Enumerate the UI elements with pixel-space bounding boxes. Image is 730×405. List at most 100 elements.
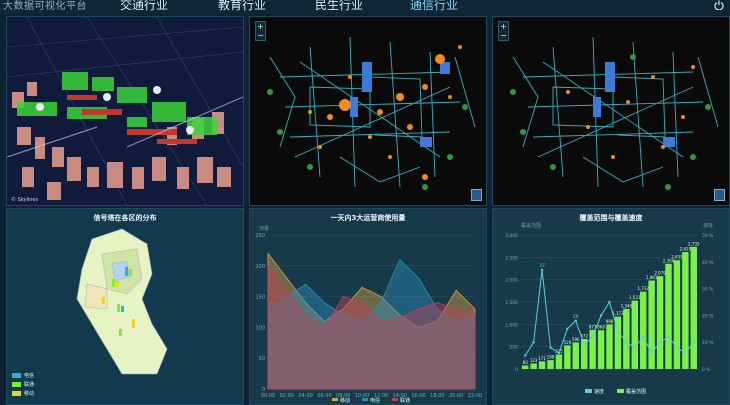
- legend-swatch: [362, 398, 368, 401]
- bar-data-label: 2,735: [688, 241, 700, 246]
- x-tick-label: 22:00: [468, 393, 482, 399]
- speed-point: [675, 346, 679, 349]
- series-area-2: [267, 264, 476, 390]
- y-tick-label-right: 40 %: [702, 260, 714, 266]
- legend-mobile[interactable]: 移动: [24, 390, 34, 397]
- y-tick-label: 200: [255, 264, 265, 270]
- legend-swatch-unicom: [12, 382, 21, 387]
- network-map-2[interactable]: + −: [492, 16, 730, 206]
- speed-point: [574, 319, 577, 322]
- zoom-in-icon[interactable]: +: [256, 22, 265, 31]
- network-map-1[interactable]: + −: [249, 16, 487, 206]
- y-tick-label-left: 3,000: [505, 233, 518, 239]
- speed-point: [616, 330, 620, 333]
- bar: [547, 360, 554, 369]
- speed-point: [625, 341, 628, 344]
- speed-point-label: 29: [573, 314, 579, 320]
- usage-area-chart: 05010015020025000:00 02:00 04:00 06:00 08:00…: [255, 233, 482, 404]
- power-icon[interactable]: [714, 0, 724, 10]
- info-icon[interactable]: [471, 189, 482, 201]
- legend-swatch-telecom: [12, 373, 21, 378]
- bar-data-label: 123: [530, 358, 538, 363]
- bar-data-label: 2,435: [671, 255, 683, 260]
- bar: [538, 361, 546, 369]
- map-attribution: © Skylines: [11, 197, 39, 203]
- y-tick-label-left: 0: [515, 367, 518, 373]
- bar: [572, 342, 579, 369]
- x-tick-label: 20:00: [449, 393, 463, 399]
- road-network-map: [267, 36, 476, 190]
- speed-point: [650, 351, 653, 355]
- speed-point: [557, 351, 561, 355]
- legend-unicom[interactable]: 联通: [24, 381, 34, 388]
- y-tick-label-right: 0 %: [702, 367, 711, 373]
- x-tick-label: 16:00: [411, 393, 425, 399]
- legend-swatch-mobile: [12, 391, 21, 396]
- y-tick-label-right: 10 %: [702, 340, 714, 346]
- bar: [631, 300, 638, 369]
- speed-point: [633, 346, 636, 349]
- legend-label: 联通: [400, 397, 410, 404]
- y-tick-label: 50: [259, 356, 265, 362]
- x-tick-label: 04:00: [298, 393, 312, 399]
- bar: [665, 263, 672, 369]
- zoom-control-2[interactable]: + −: [498, 21, 509, 41]
- bar: [648, 280, 655, 369]
- nav-livelihood[interactable]: 民生行业: [315, 0, 363, 12]
- legend-label: 电信: [370, 397, 380, 404]
- district-map: [76, 228, 168, 375]
- speed-point: [642, 335, 645, 339]
- city-3d-map[interactable]: © Skylines: [6, 16, 244, 206]
- road-network-map-2: [510, 36, 719, 190]
- bar-data-label: 529: [564, 340, 572, 345]
- bar-data-label: 1,346: [621, 303, 633, 308]
- bar-data-label: 868: [597, 325, 605, 330]
- bar-data-label: 198: [547, 355, 555, 360]
- usage-chart-panel: 一天内3大运营商使用量 流量 0 50 100 150 200 250 00:00 02:00…: [249, 208, 487, 405]
- bar: [606, 324, 613, 369]
- speed-point: [608, 300, 611, 304]
- zoom-in-icon[interactable]: +: [499, 22, 508, 31]
- y-tick-label-left: 1,000: [505, 322, 518, 328]
- x-tick-label: 00:00: [261, 393, 275, 399]
- legend-label: 移动: [340, 397, 350, 404]
- legend-telecom[interactable]: 电信: [24, 372, 34, 379]
- bar-data-label: 1,531: [629, 295, 641, 300]
- coverage-chart-panel: 覆盖范围与覆盖速度 覆盖范围 速度 0 500 1,000 1,500 2,000 2,5…: [492, 208, 730, 405]
- coverage-bar-chart: 0 500 1,000 1,500 2,000 2,500 3,000 0 % 10 % 20 %…: [505, 233, 714, 395]
- tower-distribution-panel: 信号塔在各区的分布 电信 联通 移动: [6, 208, 244, 405]
- y-tick-label-left: 2,000: [505, 278, 518, 284]
- bar-data-label: 1,732: [637, 286, 649, 291]
- bar-data-label: 2,079: [654, 271, 666, 276]
- info-icon[interactable]: [714, 189, 725, 201]
- speed-point: [532, 341, 535, 344]
- bar: [555, 354, 563, 369]
- speed-point: [684, 351, 687, 355]
- bar: [690, 246, 697, 369]
- nav-telecom[interactable]: 通信行业: [410, 0, 458, 12]
- bar: [656, 276, 664, 369]
- y-tick-label-right: 20 %: [702, 313, 714, 319]
- bar: [522, 365, 529, 369]
- brand-title: 大数据可视化平台: [3, 1, 87, 12]
- y-tick-label-left: 2,500: [505, 255, 518, 261]
- bar-data-label: 171: [538, 356, 546, 361]
- speed-point: [591, 335, 594, 339]
- zoom-control[interactable]: + −: [255, 21, 266, 41]
- y-tick-label-left: 1,500: [505, 300, 518, 306]
- bar-data-label: 2,619: [680, 247, 692, 252]
- legend-label: 覆盖范围: [626, 388, 646, 395]
- zoom-out-icon[interactable]: −: [499, 31, 508, 40]
- y-tick-label-left: 500: [509, 345, 518, 351]
- legend-swatch: [617, 389, 624, 393]
- speed-point: [540, 268, 544, 272]
- speed-point: [667, 335, 670, 339]
- zoom-out-icon[interactable]: −: [256, 31, 265, 40]
- legend-label: 速度: [594, 388, 604, 395]
- speed-point: [566, 327, 569, 330]
- nav-education[interactable]: 教育行业: [218, 0, 266, 12]
- speed-point: [692, 341, 695, 344]
- y-tick-label: 100: [255, 325, 265, 331]
- speed-point: [599, 314, 603, 317]
- nav-transport[interactable]: 交通行业: [120, 0, 168, 12]
